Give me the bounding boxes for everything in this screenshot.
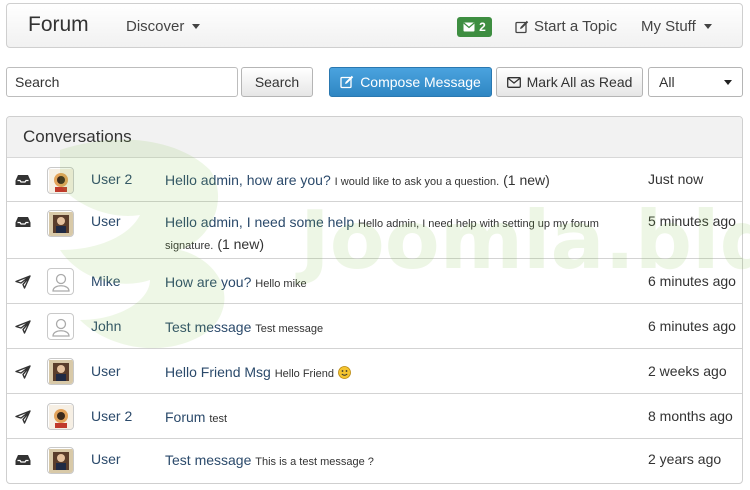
message-preview: I would like to ask you a question. [334, 176, 500, 188]
subject-text: Hello admin, I need some help [165, 214, 358, 230]
paper-plane-icon [15, 320, 31, 334]
conversation-row[interactable]: User Hello admin, I need some help Hello … [7, 202, 742, 259]
message-preview: This is a test message ? [255, 456, 374, 468]
conversation-time: Just now [648, 171, 704, 187]
subject-text: Hello Friend Msg [165, 364, 275, 380]
filter-value: All [659, 74, 675, 90]
avatar[interactable] [47, 358, 74, 385]
chevron-down-icon [192, 24, 201, 29]
edit-icon [515, 20, 529, 33]
conversation-user[interactable]: User [91, 363, 121, 379]
subject-text: Test message [165, 452, 256, 468]
conversation-subject[interactable]: Hello admin, how are you? I would like t… [165, 170, 635, 192]
avatar[interactable] [47, 268, 74, 295]
conversation-user[interactable]: John [91, 318, 121, 334]
conversation-user[interactable]: User 2 [91, 408, 132, 424]
inbox-icon [15, 173, 31, 187]
conversation-subject[interactable]: How are you? Hello mike [165, 272, 635, 294]
conversation-list: User 2 Hello admin, how are you? I would … [7, 158, 742, 481]
my-stuff-label: My Stuff [641, 18, 696, 35]
conversation-time: 8 months ago [648, 408, 733, 424]
avatar[interactable] [47, 210, 74, 237]
envelope-icon [506, 76, 521, 88]
chevron-down-icon [703, 24, 712, 29]
message-preview: Hello Friend [274, 368, 335, 380]
conversation-row[interactable]: Mike How are you? Hello mike 6 minutes ago [7, 259, 742, 304]
message-preview: Hello mike [255, 278, 307, 290]
conversation-row[interactable]: User Test message This is a test message … [7, 439, 742, 481]
conversation-time: 6 minutes ago [648, 273, 736, 289]
compose-message-button[interactable]: Compose Message [329, 67, 492, 97]
search-button-label: Search [254, 74, 300, 90]
subject-text: Forum [165, 409, 210, 425]
start-topic-label: Start a Topic [534, 18, 618, 35]
paper-plane-icon [15, 365, 31, 379]
conversation-time: 2 weeks ago [648, 363, 727, 379]
message-preview: Test message [255, 323, 324, 335]
conversation-user[interactable]: User 2 [91, 171, 132, 187]
avatar[interactable] [47, 403, 74, 430]
paper-plane-icon [15, 410, 31, 424]
inbox-icon [15, 215, 31, 229]
subject-text: How are you? [165, 274, 256, 290]
avatar[interactable] [47, 313, 74, 340]
conversation-subject[interactable]: Hello admin, I need some help Hello admi… [165, 212, 635, 256]
avatar[interactable] [47, 167, 74, 194]
inbox-icon [15, 453, 31, 467]
panel-title: Conversations [7, 117, 742, 158]
mark-all-label: Mark All as Read [526, 74, 633, 90]
conversation-user[interactable]: Mike [91, 273, 121, 289]
envelope-icon [463, 22, 475, 32]
chevron-down-icon [724, 80, 732, 85]
my-stuff-menu[interactable]: My Stuff [641, 18, 712, 35]
messages-badge[interactable]: 2 [457, 17, 492, 37]
filter-select[interactable]: All [648, 67, 743, 97]
subject-text: Hello admin, how are you? [165, 172, 335, 188]
paper-plane-icon [15, 275, 31, 289]
conversation-row[interactable]: User Hello Friend Msg Hello Friend 2 week… [7, 349, 742, 394]
new-count: (1 new) [217, 236, 264, 252]
top-navbar: Forum Discover 2 Start a Topic My Stuff [6, 3, 743, 48]
conversation-row[interactable]: John Test message Test message 6 minutes a… [7, 304, 742, 349]
compose-icon [340, 75, 354, 89]
message-preview: test [209, 413, 228, 425]
smiley-icon [334, 364, 351, 380]
compose-label: Compose Message [360, 74, 481, 90]
conversation-subject[interactable]: Test message Test message [165, 317, 635, 339]
subject-text: Test message [165, 319, 256, 335]
start-topic-link[interactable]: Start a Topic [515, 18, 617, 35]
conversation-user[interactable]: User [91, 451, 121, 467]
conversation-time: 2 years ago [648, 451, 722, 467]
conversation-subject[interactable]: Hello Friend Msg Hello Friend [165, 362, 635, 384]
brand-title[interactable]: Forum [28, 13, 89, 37]
conversation-subject[interactable]: Test message This is a test message ? [165, 450, 635, 472]
conversation-user[interactable]: User [91, 213, 121, 229]
search-input[interactable] [6, 67, 238, 97]
mark-all-read-button[interactable]: Mark All as Read [496, 67, 643, 97]
conversation-time: 5 minutes ago [648, 213, 736, 229]
conversations-panel: Conversations User 2 Hello admin, how are… [6, 116, 743, 484]
conversation-row[interactable]: User 2 Forum test 8 months ago [7, 394, 742, 439]
discover-menu[interactable]: Discover [126, 18, 201, 35]
search-button[interactable]: Search [241, 67, 313, 97]
conversation-row[interactable]: User 2 Hello admin, how are you? I would … [7, 158, 742, 202]
discover-label: Discover [126, 18, 185, 35]
conversation-time: 6 minutes ago [648, 318, 736, 334]
message-count: 2 [479, 20, 486, 34]
conversation-subject[interactable]: Forum test [165, 407, 635, 429]
avatar[interactable] [47, 447, 74, 474]
new-count: (1 new) [503, 172, 550, 188]
